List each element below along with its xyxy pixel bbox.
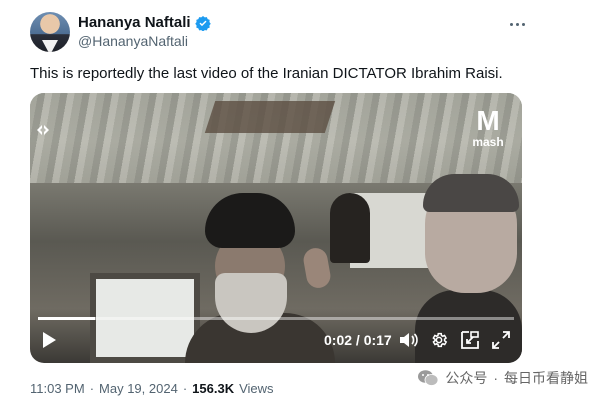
fullscreen-icon — [492, 331, 510, 349]
video-controls: 0:02 / 0:17 — [30, 327, 522, 353]
video-frame-background-figure — [330, 193, 370, 263]
volume-button[interactable] — [397, 329, 419, 351]
settings-button[interactable] — [428, 329, 450, 351]
views-label: Views — [239, 381, 274, 396]
video-progress-fill — [38, 317, 96, 320]
tweet-header: Hananya Naftali @HananyaNaftali — [30, 12, 530, 52]
mash-watermark-text: mash — [472, 135, 504, 149]
more-options-icon[interactable] — [504, 14, 530, 34]
tweet-date[interactable]: May 19, 2024 — [99, 381, 178, 396]
tweet-time[interactable]: 11:03 PM — [30, 381, 85, 396]
views-count: 156.3K — [192, 381, 235, 396]
video-progress-bar[interactable] — [38, 317, 514, 320]
play-button[interactable] — [38, 329, 60, 351]
video-player[interactable]: M mash 0:02 / 0:17 — [30, 93, 522, 363]
fullscreen-button[interactable] — [490, 329, 512, 351]
author-avatar[interactable] — [30, 12, 70, 52]
wechat-icon — [418, 370, 439, 386]
author-display-name[interactable]: Hananya Naftali — [78, 14, 191, 32]
verified-badge-icon — [194, 16, 211, 31]
meta-separator: · — [182, 381, 188, 396]
author-name-row: Hananya Naftali — [78, 14, 211, 32]
credit-account: 每日币看静姐 — [504, 370, 588, 386]
mash-watermark: M mash — [468, 107, 508, 151]
credit-platform: 公众号 — [445, 370, 488, 386]
meta-separator: · — [89, 381, 95, 396]
video-time-display: 0:02 / 0:17 — [324, 332, 392, 348]
source-credit: 公众号 · 每日币看静姐 — [417, 368, 588, 388]
channel-logo-icon — [37, 125, 49, 135]
tweet-meta: 11:03 PM · May 19, 2024 · 156.3K Views — [30, 381, 274, 396]
play-icon — [43, 332, 56, 348]
picture-in-picture-button[interactable] — [459, 329, 481, 351]
gear-icon — [432, 332, 448, 348]
picture-in-picture-icon — [461, 331, 479, 349]
mash-logo-icon: M — [476, 105, 500, 136]
video-frame-panel — [204, 101, 336, 133]
credit-separator: · — [493, 370, 498, 386]
author-handle[interactable]: @HananyaNaftali — [78, 33, 188, 49]
volume-icon — [400, 333, 418, 347]
tweet-text: This is reportedly the last video of the… — [30, 65, 503, 82]
